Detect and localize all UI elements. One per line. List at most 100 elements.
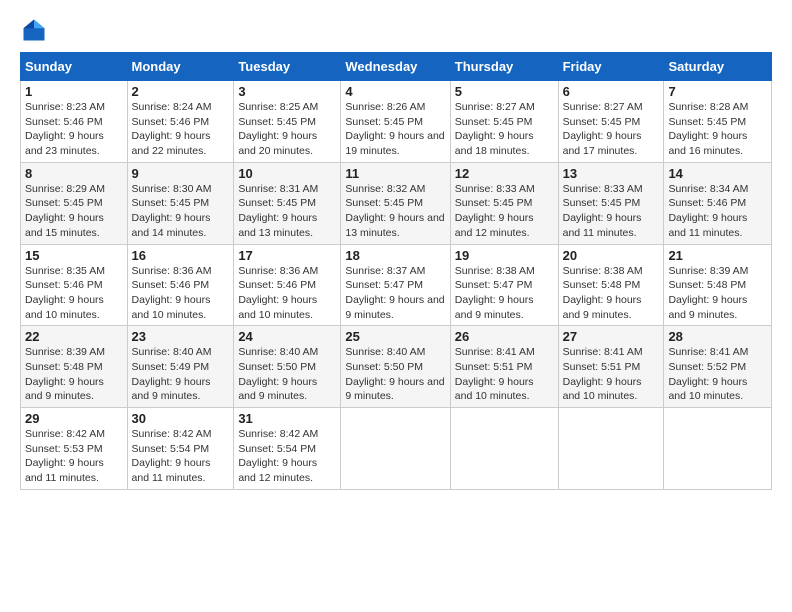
day-number: 20 [563,248,660,263]
day-info: Sunrise: 8:41 AMSunset: 5:52 PMDaylight:… [668,345,767,404]
calendar-cell: 7Sunrise: 8:28 AMSunset: 5:45 PMDaylight… [664,81,772,163]
calendar-header-sunday: Sunday [21,53,128,81]
calendar-cell: 17Sunrise: 8:36 AMSunset: 5:46 PMDayligh… [234,244,341,326]
calendar-cell: 24Sunrise: 8:40 AMSunset: 5:50 PMDayligh… [234,326,341,408]
day-info: Sunrise: 8:33 AMSunset: 5:45 PMDaylight:… [563,182,660,241]
calendar-cell: 25Sunrise: 8:40 AMSunset: 5:50 PMDayligh… [341,326,450,408]
calendar-cell: 22Sunrise: 8:39 AMSunset: 5:48 PMDayligh… [21,326,128,408]
calendar-cell: 2Sunrise: 8:24 AMSunset: 5:46 PMDaylight… [127,81,234,163]
calendar-header-thursday: Thursday [450,53,558,81]
day-number: 22 [25,329,123,344]
calendar-cell: 26Sunrise: 8:41 AMSunset: 5:51 PMDayligh… [450,326,558,408]
day-info: Sunrise: 8:41 AMSunset: 5:51 PMDaylight:… [563,345,660,404]
calendar-cell: 30Sunrise: 8:42 AMSunset: 5:54 PMDayligh… [127,408,234,490]
day-info: Sunrise: 8:39 AMSunset: 5:48 PMDaylight:… [668,264,767,323]
calendar-cell: 6Sunrise: 8:27 AMSunset: 5:45 PMDaylight… [558,81,664,163]
day-info: Sunrise: 8:34 AMSunset: 5:46 PMDaylight:… [668,182,767,241]
day-info: Sunrise: 8:42 AMSunset: 5:54 PMDaylight:… [132,427,230,486]
calendar-body: 1Sunrise: 8:23 AMSunset: 5:46 PMDaylight… [21,81,772,490]
calendar-cell: 31Sunrise: 8:42 AMSunset: 5:54 PMDayligh… [234,408,341,490]
day-info: Sunrise: 8:31 AMSunset: 5:45 PMDaylight:… [238,182,336,241]
day-info: Sunrise: 8:38 AMSunset: 5:48 PMDaylight:… [563,264,660,323]
calendar-cell: 13Sunrise: 8:33 AMSunset: 5:45 PMDayligh… [558,162,664,244]
day-info: Sunrise: 8:24 AMSunset: 5:46 PMDaylight:… [132,100,230,159]
day-number: 14 [668,166,767,181]
day-info: Sunrise: 8:25 AMSunset: 5:45 PMDaylight:… [238,100,336,159]
day-number: 29 [25,411,123,426]
day-number: 3 [238,84,336,99]
calendar-cell: 16Sunrise: 8:36 AMSunset: 5:46 PMDayligh… [127,244,234,326]
day-number: 8 [25,166,123,181]
calendar-cell: 5Sunrise: 8:27 AMSunset: 5:45 PMDaylight… [450,81,558,163]
calendar-cell: 3Sunrise: 8:25 AMSunset: 5:45 PMDaylight… [234,81,341,163]
header [20,16,772,44]
calendar-week-1: 1Sunrise: 8:23 AMSunset: 5:46 PMDaylight… [21,81,772,163]
day-number: 15 [25,248,123,263]
calendar-week-5: 29Sunrise: 8:42 AMSunset: 5:53 PMDayligh… [21,408,772,490]
day-number: 6 [563,84,660,99]
day-number: 16 [132,248,230,263]
day-number: 21 [668,248,767,263]
day-info: Sunrise: 8:39 AMSunset: 5:48 PMDaylight:… [25,345,123,404]
day-number: 17 [238,248,336,263]
day-number: 2 [132,84,230,99]
calendar: SundayMondayTuesdayWednesdayThursdayFrid… [20,52,772,490]
calendar-week-4: 22Sunrise: 8:39 AMSunset: 5:48 PMDayligh… [21,326,772,408]
day-number: 4 [345,84,445,99]
day-info: Sunrise: 8:27 AMSunset: 5:45 PMDaylight:… [563,100,660,159]
day-number: 9 [132,166,230,181]
calendar-cell: 29Sunrise: 8:42 AMSunset: 5:53 PMDayligh… [21,408,128,490]
day-info: Sunrise: 8:30 AMSunset: 5:45 PMDaylight:… [132,182,230,241]
calendar-cell: 15Sunrise: 8:35 AMSunset: 5:46 PMDayligh… [21,244,128,326]
day-info: Sunrise: 8:41 AMSunset: 5:51 PMDaylight:… [455,345,554,404]
day-info: Sunrise: 8:36 AMSunset: 5:46 PMDaylight:… [238,264,336,323]
calendar-cell: 8Sunrise: 8:29 AMSunset: 5:45 PMDaylight… [21,162,128,244]
calendar-cell: 10Sunrise: 8:31 AMSunset: 5:45 PMDayligh… [234,162,341,244]
day-info: Sunrise: 8:38 AMSunset: 5:47 PMDaylight:… [455,264,554,323]
calendar-week-2: 8Sunrise: 8:29 AMSunset: 5:45 PMDaylight… [21,162,772,244]
logo-icon [20,16,48,44]
calendar-header-friday: Friday [558,53,664,81]
day-info: Sunrise: 8:28 AMSunset: 5:45 PMDaylight:… [668,100,767,159]
calendar-cell: 4Sunrise: 8:26 AMSunset: 5:45 PMDaylight… [341,81,450,163]
calendar-cell: 27Sunrise: 8:41 AMSunset: 5:51 PMDayligh… [558,326,664,408]
header-row: SundayMondayTuesdayWednesdayThursdayFrid… [21,53,772,81]
day-number: 1 [25,84,123,99]
day-info: Sunrise: 8:42 AMSunset: 5:54 PMDaylight:… [238,427,336,486]
day-info: Sunrise: 8:32 AMSunset: 5:45 PMDaylight:… [345,182,445,241]
calendar-cell: 18Sunrise: 8:37 AMSunset: 5:47 PMDayligh… [341,244,450,326]
day-number: 19 [455,248,554,263]
day-number: 18 [345,248,445,263]
day-number: 13 [563,166,660,181]
day-info: Sunrise: 8:42 AMSunset: 5:53 PMDaylight:… [25,427,123,486]
day-number: 5 [455,84,554,99]
calendar-cell: 19Sunrise: 8:38 AMSunset: 5:47 PMDayligh… [450,244,558,326]
day-info: Sunrise: 8:27 AMSunset: 5:45 PMDaylight:… [455,100,554,159]
day-info: Sunrise: 8:23 AMSunset: 5:46 PMDaylight:… [25,100,123,159]
day-info: Sunrise: 8:40 AMSunset: 5:50 PMDaylight:… [345,345,445,404]
calendar-week-3: 15Sunrise: 8:35 AMSunset: 5:46 PMDayligh… [21,244,772,326]
day-info: Sunrise: 8:35 AMSunset: 5:46 PMDaylight:… [25,264,123,323]
day-number: 28 [668,329,767,344]
day-info: Sunrise: 8:36 AMSunset: 5:46 PMDaylight:… [132,264,230,323]
calendar-header-saturday: Saturday [664,53,772,81]
calendar-cell [558,408,664,490]
calendar-cell [664,408,772,490]
calendar-cell [341,408,450,490]
day-info: Sunrise: 8:37 AMSunset: 5:47 PMDaylight:… [345,264,445,323]
day-number: 25 [345,329,445,344]
calendar-header: SundayMondayTuesdayWednesdayThursdayFrid… [21,53,772,81]
day-number: 7 [668,84,767,99]
day-number: 10 [238,166,336,181]
calendar-cell: 20Sunrise: 8:38 AMSunset: 5:48 PMDayligh… [558,244,664,326]
day-info: Sunrise: 8:29 AMSunset: 5:45 PMDaylight:… [25,182,123,241]
day-number: 27 [563,329,660,344]
calendar-header-wednesday: Wednesday [341,53,450,81]
day-info: Sunrise: 8:33 AMSunset: 5:45 PMDaylight:… [455,182,554,241]
day-number: 12 [455,166,554,181]
day-number: 11 [345,166,445,181]
day-info: Sunrise: 8:26 AMSunset: 5:45 PMDaylight:… [345,100,445,159]
day-number: 26 [455,329,554,344]
day-info: Sunrise: 8:40 AMSunset: 5:50 PMDaylight:… [238,345,336,404]
calendar-cell: 1Sunrise: 8:23 AMSunset: 5:46 PMDaylight… [21,81,128,163]
